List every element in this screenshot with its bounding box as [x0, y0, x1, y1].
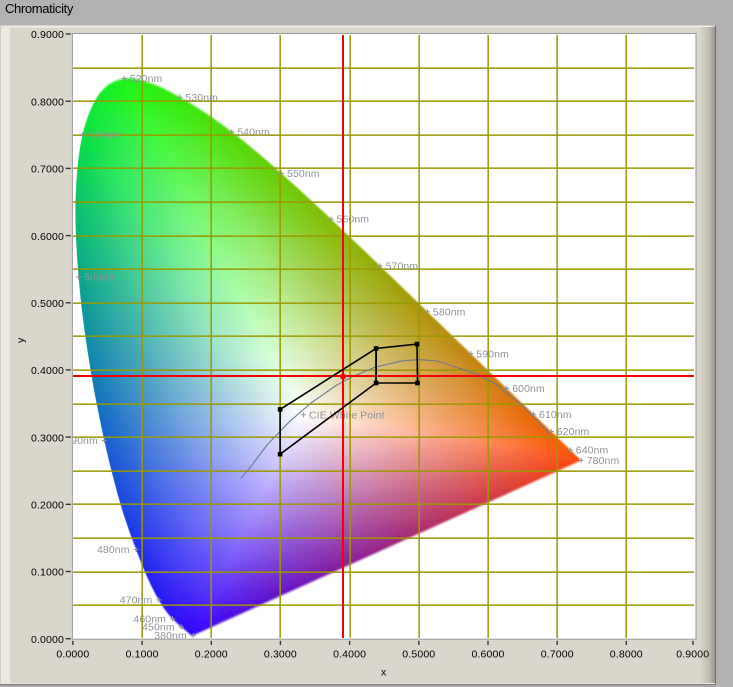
svg-text:600nm: 600nm — [512, 383, 545, 395]
svg-text:0.8000: 0.8000 — [610, 649, 643, 661]
svg-text:580nm: 580nm — [433, 306, 466, 318]
svg-text:0.1000: 0.1000 — [31, 567, 64, 579]
svg-text:0.8000: 0.8000 — [31, 96, 64, 108]
svg-text:x: x — [381, 667, 387, 679]
svg-text:CIE White Point: CIE White Point — [309, 409, 385, 421]
svg-text:y: y — [15, 337, 27, 343]
svg-text:0.0000: 0.0000 — [56, 649, 89, 661]
svg-text:620nm: 620nm — [557, 426, 590, 438]
svg-text:500nm: 500nm — [84, 272, 117, 284]
svg-text:0.6000: 0.6000 — [471, 649, 504, 661]
svg-text:610nm: 610nm — [539, 409, 572, 421]
svg-text:0.4000: 0.4000 — [31, 365, 64, 377]
svg-text:0.2000: 0.2000 — [195, 649, 228, 661]
svg-text:470nm: 470nm — [120, 595, 153, 607]
svg-text:510nm: 510nm — [88, 129, 121, 141]
svg-text:550nm: 550nm — [287, 168, 320, 180]
svg-text:0.7000: 0.7000 — [31, 164, 64, 176]
svg-text:Chromaticity: Chromaticity — [5, 1, 74, 16]
svg-text:0.7000: 0.7000 — [541, 649, 574, 661]
svg-text:480nm: 480nm — [97, 544, 130, 556]
svg-text:0.3000: 0.3000 — [31, 432, 64, 444]
svg-text:0.5000: 0.5000 — [31, 298, 64, 310]
svg-text:0.3000: 0.3000 — [264, 649, 297, 661]
svg-text:0.5000: 0.5000 — [402, 649, 435, 661]
svg-text:530nm: 530nm — [185, 92, 218, 104]
svg-text:0.9000: 0.9000 — [676, 649, 709, 661]
svg-text:0.1000: 0.1000 — [126, 649, 159, 661]
svg-text:0.9000: 0.9000 — [31, 29, 64, 41]
svg-text:0.6000: 0.6000 — [31, 231, 64, 243]
svg-text:540nm: 540nm — [237, 127, 270, 139]
svg-text:0.2000: 0.2000 — [31, 500, 64, 512]
svg-text:520nm: 520nm — [130, 73, 163, 85]
svg-text:560nm: 560nm — [337, 214, 370, 226]
svg-text:0.0000: 0.0000 — [31, 634, 64, 646]
svg-text:0.4000: 0.4000 — [333, 649, 366, 661]
svg-text:780nm: 780nm — [587, 455, 620, 467]
svg-text:590nm: 590nm — [476, 348, 509, 360]
svg-text:570nm: 570nm — [386, 261, 419, 273]
